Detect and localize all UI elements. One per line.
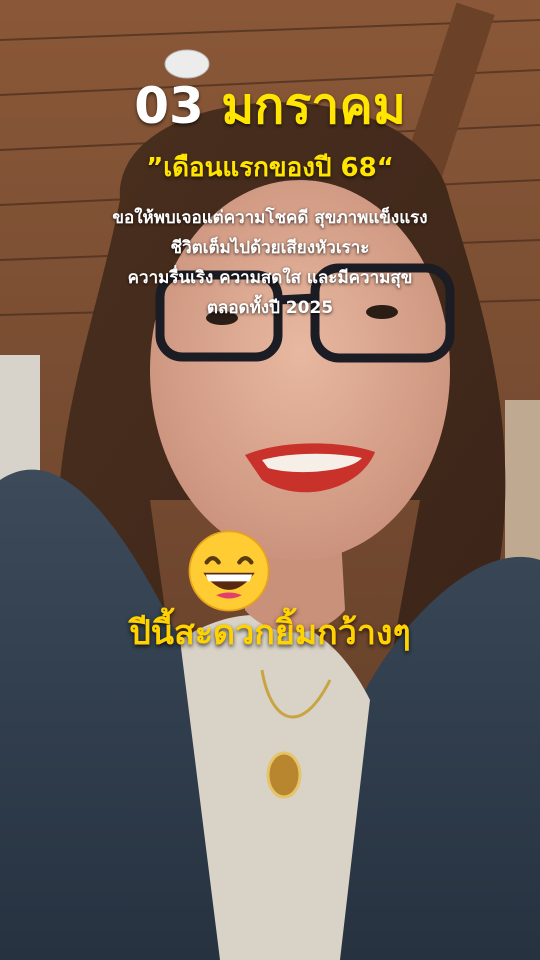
wish-line: ตลอดทั้งปี 2025 (206, 298, 334, 318)
caption: ปีนี้สะดวกยิ้มกว้างๆ (129, 613, 411, 653)
date-month: มกราคม (221, 77, 406, 135)
date-day: 03 (134, 77, 204, 135)
grinning-face-icon (188, 530, 270, 612)
wish-text: ขอให้พบเจอแต่ความโชคดี สุขภาพแข็งแรง ชีว… (0, 203, 540, 323)
wish-line: ชีวิตเต็มไปด้วยเสียงหัวเราะ (170, 238, 370, 258)
text-overlay: 03 มกราคม ”เดือนแรกของปี 68“ ขอให้พบเจอแ… (0, 0, 540, 960)
subtitle: ”เดือนแรกของปี 68“ (146, 153, 394, 183)
wish-line: ความรื่นเริง ความสดใส และมีความสุข (127, 268, 413, 288)
wish-line: ขอให้พบเจอแต่ความโชคดี สุขภาพแข็งแรง (112, 208, 428, 228)
date-heading: 03 มกราคม (0, 76, 540, 136)
